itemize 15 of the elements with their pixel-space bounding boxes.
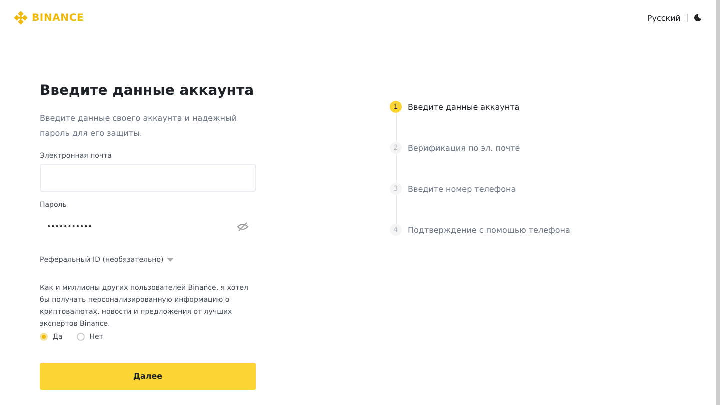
next-button[interactable]: Далее — [40, 363, 256, 390]
logo-icon — [14, 11, 28, 25]
caret-icon — [166, 258, 174, 262]
language-link[interactable]: Русский — [647, 14, 681, 22]
step-label: Введите номер телефона — [408, 184, 516, 194]
radio-button[interactable] — [40, 333, 48, 341]
step-label: Верификация по эл. почте — [408, 144, 520, 152]
step-label: Подтверждение с помощью телефона — [408, 226, 570, 234]
eye-hidden-icon[interactable] — [237, 222, 249, 232]
radio-button[interactable] — [76, 333, 85, 341]
logo-text: BINANCE — [32, 12, 84, 24]
step-label: Введите данные аккаунта — [408, 102, 520, 112]
form-title: Введите данные аккаунта — [40, 83, 256, 99]
moon-icon[interactable] — [694, 14, 702, 22]
form-subtitle: Введите данные своего аккаунта и надежный пароль для его защиты. — [40, 113, 238, 140]
